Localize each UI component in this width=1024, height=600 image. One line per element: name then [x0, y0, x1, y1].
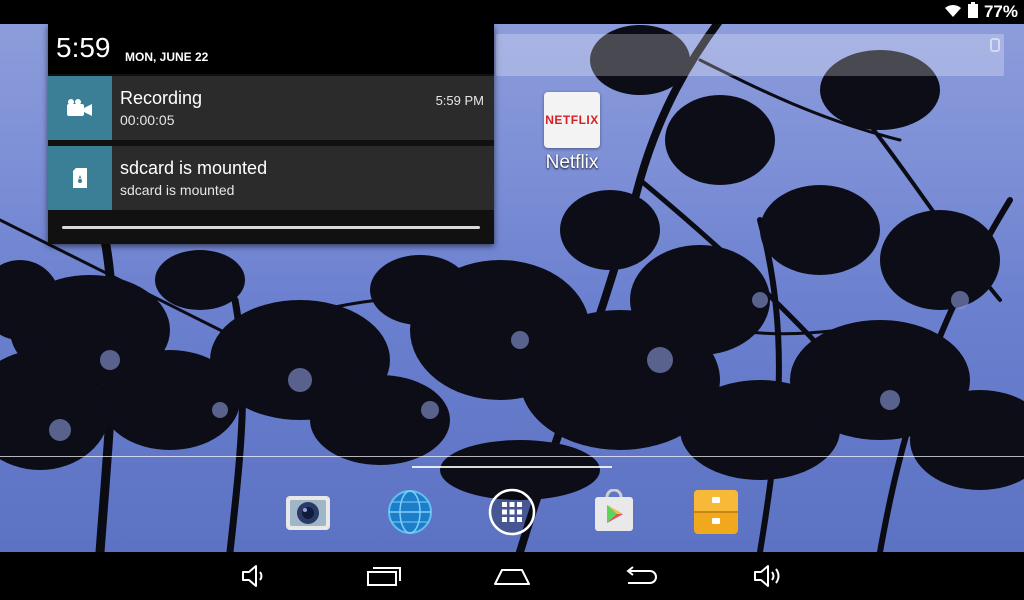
volume-down-icon[interactable] — [234, 562, 274, 590]
battery-icon — [967, 2, 978, 22]
notification-subtitle: 00:00:05 — [120, 112, 175, 128]
notification-subtitle: sdcard is mounted — [120, 182, 235, 198]
app-drawer-icon[interactable] — [486, 486, 538, 538]
netflix-label: Netflix — [545, 152, 599, 173]
video-camera-icon — [48, 76, 112, 140]
netflix-logo-text: NETFLIX — [545, 113, 599, 127]
battery-percent: 77% — [983, 2, 1018, 21]
sdcard-icon — [48, 146, 112, 210]
navigation-bar — [0, 552, 1024, 600]
notification-sdcard[interactable]: sdcard is mounted sdcard is mounted — [48, 146, 494, 210]
shade-drag-handle[interactable] — [62, 226, 480, 229]
search-bar[interactable] — [496, 34, 1004, 76]
volume-up-icon[interactable] — [748, 562, 788, 590]
browser-globe-icon[interactable] — [384, 486, 436, 538]
file-manager-icon[interactable] — [690, 486, 742, 538]
desktop-app-netflix[interactable]: NETFLIX Netflix — [536, 92, 608, 174]
shade-date: MON, JUNE 22 — [125, 50, 209, 64]
notification-shade[interactable]: 5:59 MON, JUNE 22 Recording 00:00:05 5:5… — [48, 24, 494, 244]
notification-recording[interactable]: Recording 00:00:05 5:59 PM — [48, 76, 494, 140]
shade-header: 5:59 MON, JUNE 22 — [48, 24, 494, 74]
status-bar[interactable]: 77% — [0, 0, 1024, 24]
status-icons: 77% — [944, 2, 1018, 22]
dock-divider — [0, 456, 1024, 457]
play-store-icon[interactable] — [588, 486, 640, 538]
dock — [0, 484, 1024, 544]
notification-time: 5:59 PM — [435, 93, 484, 108]
notification-title: Recording — [120, 88, 203, 108]
back-icon[interactable] — [620, 562, 660, 590]
netflix-icon[interactable]: NETFLIX — [544, 92, 600, 148]
page-indicator — [412, 466, 612, 468]
wifi-icon — [944, 3, 962, 22]
camera-icon[interactable] — [282, 486, 334, 538]
shade-clock: 5:59 — [56, 32, 111, 63]
recent-apps-icon[interactable] — [364, 562, 404, 590]
mic-icon[interactable] — [990, 38, 1000, 52]
notification-title: sdcard is mounted — [120, 158, 268, 178]
home-icon[interactable] — [492, 562, 532, 590]
